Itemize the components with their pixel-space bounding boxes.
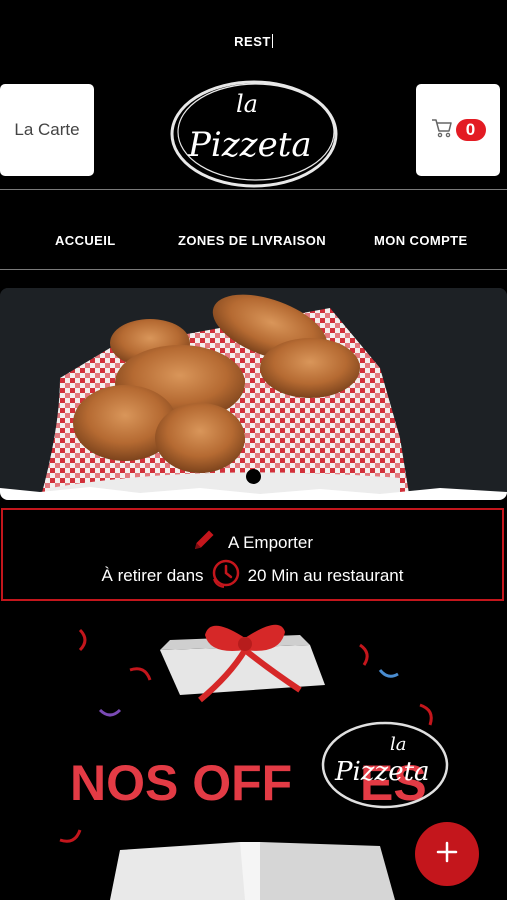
- cart-button[interactable]: 0: [416, 84, 500, 176]
- logo-text-top: la: [236, 90, 258, 118]
- status-title-text: REST: [234, 34, 271, 49]
- nav-item-mon-compte[interactable]: MON COMPTE: [374, 233, 468, 248]
- restaurant-logo[interactable]: la Pizzeta: [166, 72, 342, 190]
- promo-logo-top: la: [390, 734, 407, 755]
- header-divider: [0, 189, 507, 190]
- cart-icon: [431, 118, 453, 143]
- add-floating-button[interactable]: [415, 822, 479, 886]
- order-mode-label: A Emporter: [227, 532, 314, 552]
- menu-button-label: La Carte: [14, 120, 80, 139]
- cart-count-badge: 0: [455, 119, 486, 141]
- promo-logo-main: Pizzeta: [334, 757, 430, 787]
- status-title: REST: [0, 34, 507, 49]
- logo-text-main: Pizzeta: [187, 125, 312, 165]
- order-mode-box[interactable]: A Emporter À retirer dans 20 Min au rest…: [1, 508, 504, 601]
- nav-item-zones-de-livraison[interactable]: ZONES DE LIVRAISON: [178, 233, 326, 248]
- carousel-dot[interactable]: [246, 469, 261, 484]
- text-cursor: [271, 34, 273, 48]
- pickup-time: 20 Min au restaurant: [247, 565, 404, 585]
- pickup-prefix: À retirer dans: [101, 565, 204, 585]
- main-nav: ACCUEIL ZONES DE LIVRAISON MON COMPTE: [0, 233, 507, 251]
- menu-button[interactable]: La Carte: [0, 84, 94, 176]
- pencil-icon[interactable]: [192, 528, 216, 557]
- plus-icon: [436, 841, 458, 868]
- nav-item-accueil[interactable]: ACCUEIL: [55, 233, 116, 248]
- promo-title-part1: NOS OFF: [70, 755, 292, 811]
- clock-icon: [210, 557, 242, 594]
- nav-divider: [0, 269, 507, 270]
